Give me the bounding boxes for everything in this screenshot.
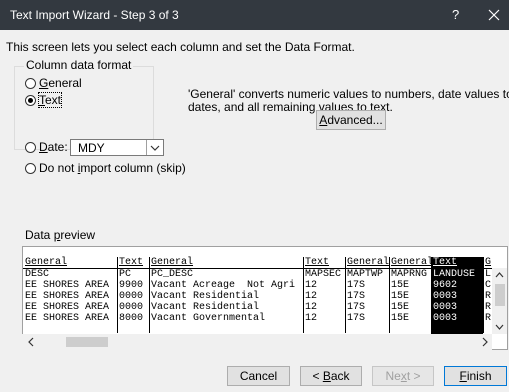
radio-general-dot [25,77,36,89]
preview-cell: EE SHORES AREA [25,291,110,302]
preview-cell: MAPTWP [347,269,384,280]
preview-cell: 0003 [433,291,458,302]
preview-cell: EE SHORES AREA [25,302,110,313]
preview-cell: LANDUSE [433,269,476,280]
preview-cell: PC_DESC [151,269,194,280]
preview-cell: Vacant Residential [151,291,260,302]
preview-cell: DESC [25,269,50,280]
radio-skip-dot [25,162,36,174]
data-preview-label: Data preview [25,228,96,242]
column-header[interactable]: General [347,257,389,268]
date-format-select[interactable]: MDY [70,139,164,156]
preview-cell: Vacant Residential [151,302,260,313]
preview-cell: R [485,291,492,302]
preview-cell: 15E [391,302,410,313]
radio-date-dot [25,141,36,153]
scroll-right-icon[interactable] [478,334,492,350]
preview-cell: 12 [305,280,318,291]
preview-cell: 17S [347,291,366,302]
title-bar: Text Import Wizard - Step 3 of 3 ? [0,0,509,30]
horizontal-scroll-thumb[interactable] [66,337,108,347]
radio-skip-label: Do not import column (skip) [39,161,186,175]
column-header[interactable]: General [25,257,67,268]
preview-cell: 12 [305,291,318,302]
column-header[interactable]: Text [119,257,143,268]
preview-cell: 9602 [433,280,458,291]
column-header[interactable]: Text [305,257,329,268]
preview-cell: C [485,280,492,291]
next-button[interactable]: Next > [372,366,434,386]
preview-cell: MAPRNG [391,269,428,280]
radio-text-label: Text [37,92,63,108]
scroll-down-icon[interactable] [492,320,507,334]
preview-cell: Vacant Acreage Not Agri [151,280,296,291]
radio-general-label: General [39,76,82,90]
column-header[interactable]: G [485,257,491,268]
radio-date-label: Date: [39,140,68,154]
back-button[interactable]: < Back [300,366,362,386]
preview-cell: R [485,302,492,313]
finish-button[interactable]: Finish [444,366,507,386]
preview-cell: EE SHORES AREA [25,280,110,291]
advanced-button[interactable]: Advanced... [316,110,386,130]
date-format-value: MDY [78,141,105,155]
cancel-button[interactable]: Cancel [227,366,290,386]
preview-cell: L [485,269,492,280]
scroll-left-icon[interactable] [24,334,38,350]
radio-date[interactable]: Date: [25,140,68,154]
preview-cell: EE SHORES AREA [25,313,110,324]
scroll-up-icon[interactable] [492,268,507,282]
help-button[interactable]: ? [452,7,459,22]
horizontal-scrollbar[interactable] [22,334,492,350]
preview-cell: MAPSEC [305,269,342,280]
radio-text[interactable]: Text [25,92,63,108]
close-button[interactable] [482,3,506,27]
vertical-scroll-thumb[interactable] [495,284,505,306]
vertical-scrollbar[interactable] [492,268,507,334]
preview-cell: 15E [391,280,410,291]
radio-general[interactable]: General [25,76,82,90]
preview-cell: 17S [347,313,366,324]
preview-cell: 0003 [433,302,458,313]
preview-cell: 12 [305,313,318,324]
preview-cell: 17S [347,302,366,313]
preview-cell: PC [119,269,132,280]
column-header[interactable]: General [151,257,193,268]
column-header[interactable]: General [391,257,433,268]
preview-cell: 15E [391,313,410,324]
preview-cell: 9900 [119,280,144,291]
close-icon [488,9,500,21]
chevron-down-icon[interactable] [146,140,163,155]
preview-cell: 0000 [119,302,144,313]
preview-cell: Vacant Governmental [151,313,266,324]
preview-cell: 15E [391,291,410,302]
preview-cell: 17S [347,280,366,291]
column-header[interactable]: Text [433,257,457,268]
intro-text: This screen lets you select each column … [6,40,355,54]
window-title: Text Import Wizard - Step 3 of 3 [10,8,179,22]
preview-cell: 0003 [433,313,458,324]
preview-cell: 8000 [119,313,144,324]
preview-cell: R [485,313,492,324]
radio-text-dot [25,94,36,106]
column-format-label: Column data format [24,58,134,72]
preview-cell: 12 [305,302,318,313]
preview-cell: 0000 [119,291,144,302]
radio-skip[interactable]: Do not import column (skip) [25,161,186,175]
